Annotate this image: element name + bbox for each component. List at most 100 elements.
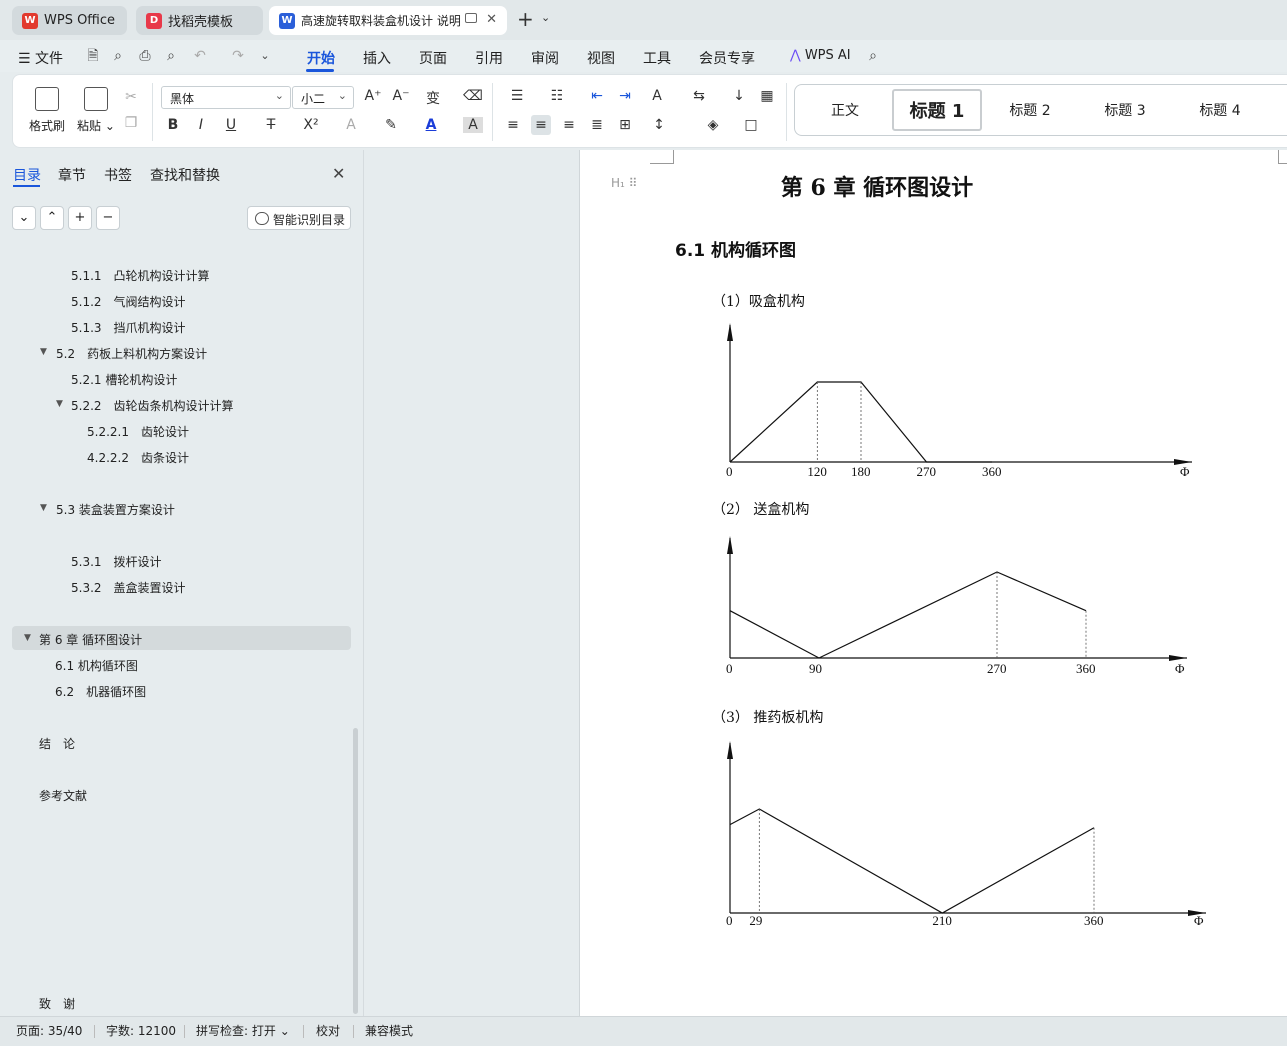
add-heading-button[interactable]: +	[68, 206, 92, 230]
font-name-select[interactable]: 黑体 ⌄	[161, 86, 291, 109]
toc-item[interactable]: 6.1 机构循环图	[55, 657, 138, 674]
toc-item[interactable]: 5.2.2.1 齿轮设计	[87, 423, 189, 440]
font-size-select[interactable]: 小二 ⌄	[292, 86, 354, 109]
menu-member[interactable]: 会员专享	[699, 48, 755, 68]
text-effect-icon[interactable]: A	[341, 117, 361, 133]
clear-format-icon[interactable]: ⌫	[463, 88, 483, 104]
toc-item[interactable]: ▼ 5.2 药板上料机构方案设计	[40, 345, 207, 362]
style-normal[interactable]: 正文	[815, 85, 875, 135]
close-icon[interactable]: ✕	[332, 164, 345, 183]
tab-docer-templates[interactable]: D 找稻壳模板	[136, 6, 263, 35]
style-heading-2[interactable]: 标题 2	[995, 85, 1065, 135]
menu-home[interactable]: 开始	[307, 48, 335, 68]
remove-heading-button[interactable]: −	[96, 206, 120, 230]
border-icon[interactable]: □	[741, 117, 761, 133]
align-center-icon[interactable]: ≡	[531, 115, 551, 135]
align-right-icon[interactable]: ≡	[559, 117, 579, 133]
word-count[interactable]: 字数: 12100	[106, 1022, 176, 1039]
font-color-icon[interactable]: A	[421, 117, 441, 133]
decrease-indent-icon[interactable]: ⇤	[587, 88, 607, 104]
collapse-up-button[interactable]: ⌃	[40, 206, 64, 230]
style-heading-4[interactable]: 标题 4	[1185, 85, 1255, 135]
distribute-icon[interactable]: ⊞	[615, 117, 635, 133]
wps-ai-button[interactable]: ⋀ WPS AI	[790, 48, 851, 63]
italic-icon[interactable]: I	[191, 117, 211, 133]
redo-icon[interactable]: ↷	[230, 48, 246, 64]
format-painter-button[interactable]: 格式刷	[29, 87, 65, 134]
nav-tab-bookmarks[interactable]: 书签	[104, 165, 132, 185]
print-preview-icon[interactable]: ⌕	[163, 48, 179, 64]
copy-icon[interactable]: ❐	[121, 115, 141, 131]
menu-tools[interactable]: 工具	[643, 48, 671, 68]
toc-item[interactable]: 5.3.1 拨杆设计	[71, 553, 162, 570]
text-direction-icon[interactable]: A	[647, 88, 667, 104]
file-menu[interactable]: ☰ 文件	[18, 48, 63, 68]
expand-triangle-icon[interactable]: ▼	[40, 347, 47, 357]
ai-toc-button[interactable]: 智能识别目录	[247, 206, 351, 230]
sort-icon[interactable]: ⇆	[689, 88, 709, 104]
proofread[interactable]: 校对	[316, 1022, 340, 1039]
document-page[interactable]: H₁ ⠿ 第 6 章 循环图设计 6.1 机构循环图 （1）吸盒机构 （2） 送…	[579, 150, 1287, 1016]
strikethrough-icon[interactable]: T	[261, 117, 281, 133]
style-heading-1[interactable]: 标题 1	[892, 89, 982, 131]
menu-insert[interactable]: 插入	[363, 48, 391, 68]
monitor-icon[interactable]	[465, 13, 477, 23]
toc-item[interactable]: 5.3.2 盖盒装置设计	[71, 579, 186, 596]
align-left-icon[interactable]: ≡	[503, 117, 523, 133]
line-spacing-icon[interactable]: ↕	[649, 117, 669, 133]
menu-references[interactable]: 引用	[475, 48, 503, 68]
chevron-down-icon[interactable]: ⌄	[541, 11, 550, 24]
underline-icon[interactable]: U	[221, 117, 241, 133]
toc-item[interactable]: 6.2 机器循环图	[55, 683, 146, 700]
expand-triangle-icon[interactable]: ▼	[40, 503, 47, 513]
link-icon[interactable]: ⌕	[110, 48, 126, 64]
expand-triangle-icon[interactable]: ▼	[24, 633, 31, 643]
nav-tab-toc[interactable]: 目录	[13, 165, 41, 185]
font-shrink-icon[interactable]: A⁻	[391, 88, 411, 104]
toc-item[interactable]: 5.1.3 挡爪机构设计	[71, 319, 186, 336]
menu-review[interactable]: 审阅	[531, 48, 559, 68]
style-heading-3[interactable]: 标题 3	[1090, 85, 1160, 135]
tab-current-document[interactable]: W 高速旋转取料装盒机设计 说明 ✕	[269, 6, 507, 35]
nav-scrollbar[interactable]	[353, 728, 358, 1014]
toc-item[interactable]: 5.1.2 气阀结构设计	[71, 293, 186, 310]
toc-item[interactable]: 结 论	[39, 735, 75, 752]
highlight-icon[interactable]: ✎	[381, 117, 401, 133]
toc-item[interactable]: 5.2.1 槽轮机构设计	[71, 371, 177, 388]
search-icon[interactable]: ⌕	[865, 48, 881, 64]
show-marks-icon[interactable]: ▦	[757, 88, 777, 104]
justify-icon[interactable]: ≣	[587, 117, 607, 133]
nav-tab-find-replace[interactable]: 查找和替换	[150, 165, 220, 185]
toc-item[interactable]: ▼ 5.2.2 齿轮齿条机构设计计算	[56, 397, 234, 414]
save-icon[interactable]: 🗎	[85, 48, 101, 64]
bullet-list-icon[interactable]: ☰	[507, 88, 527, 104]
paste-button[interactable]: 粘贴 ⌄	[77, 87, 115, 134]
toc-item[interactable]: 4.2.2.2 齿条设计	[87, 449, 189, 466]
shading-icon[interactable]: ◈	[703, 117, 723, 133]
nav-tab-chapters[interactable]: 章节	[58, 165, 86, 185]
print-icon[interactable]: ⎙	[137, 48, 153, 64]
toc-item[interactable]: 参考文献	[39, 787, 87, 804]
increase-indent-icon[interactable]: ⇥	[615, 88, 635, 104]
font-grow-icon[interactable]: A⁺	[363, 88, 383, 104]
chevron-down-icon[interactable]: ⌄	[257, 48, 273, 64]
menu-page[interactable]: 页面	[419, 48, 447, 68]
toc-item[interactable]: ▼ 5.3 装盒装置方案设计	[40, 501, 175, 518]
new-tab-icon[interactable]: +	[517, 9, 534, 29]
sort-az-icon[interactable]: ↓	[729, 88, 749, 104]
superscript-icon[interactable]: X²	[301, 117, 321, 133]
tab-wps-office[interactable]: W WPS Office	[12, 6, 127, 35]
toc-item-current[interactable]: ▼ 第 6 章 循环图设计	[24, 631, 142, 648]
phonetic-guide-icon[interactable]: 变	[423, 88, 443, 108]
undo-icon[interactable]: ↶	[192, 48, 208, 64]
toc-item[interactable]: 致 谢	[39, 995, 75, 1012]
menu-view[interactable]: 视图	[587, 48, 615, 68]
char-shading-icon[interactable]: A	[463, 117, 483, 133]
close-icon[interactable]: ✕	[486, 12, 497, 27]
spell-check[interactable]: 拼写检查: 打开 ⌄	[196, 1022, 290, 1039]
collapse-down-button[interactable]: ⌄	[12, 206, 36, 230]
cut-icon[interactable]: ✂	[121, 89, 141, 105]
expand-triangle-icon[interactable]: ▼	[56, 399, 63, 409]
bold-icon[interactable]: B	[163, 117, 183, 133]
numbered-list-icon[interactable]: ☷	[547, 88, 567, 104]
